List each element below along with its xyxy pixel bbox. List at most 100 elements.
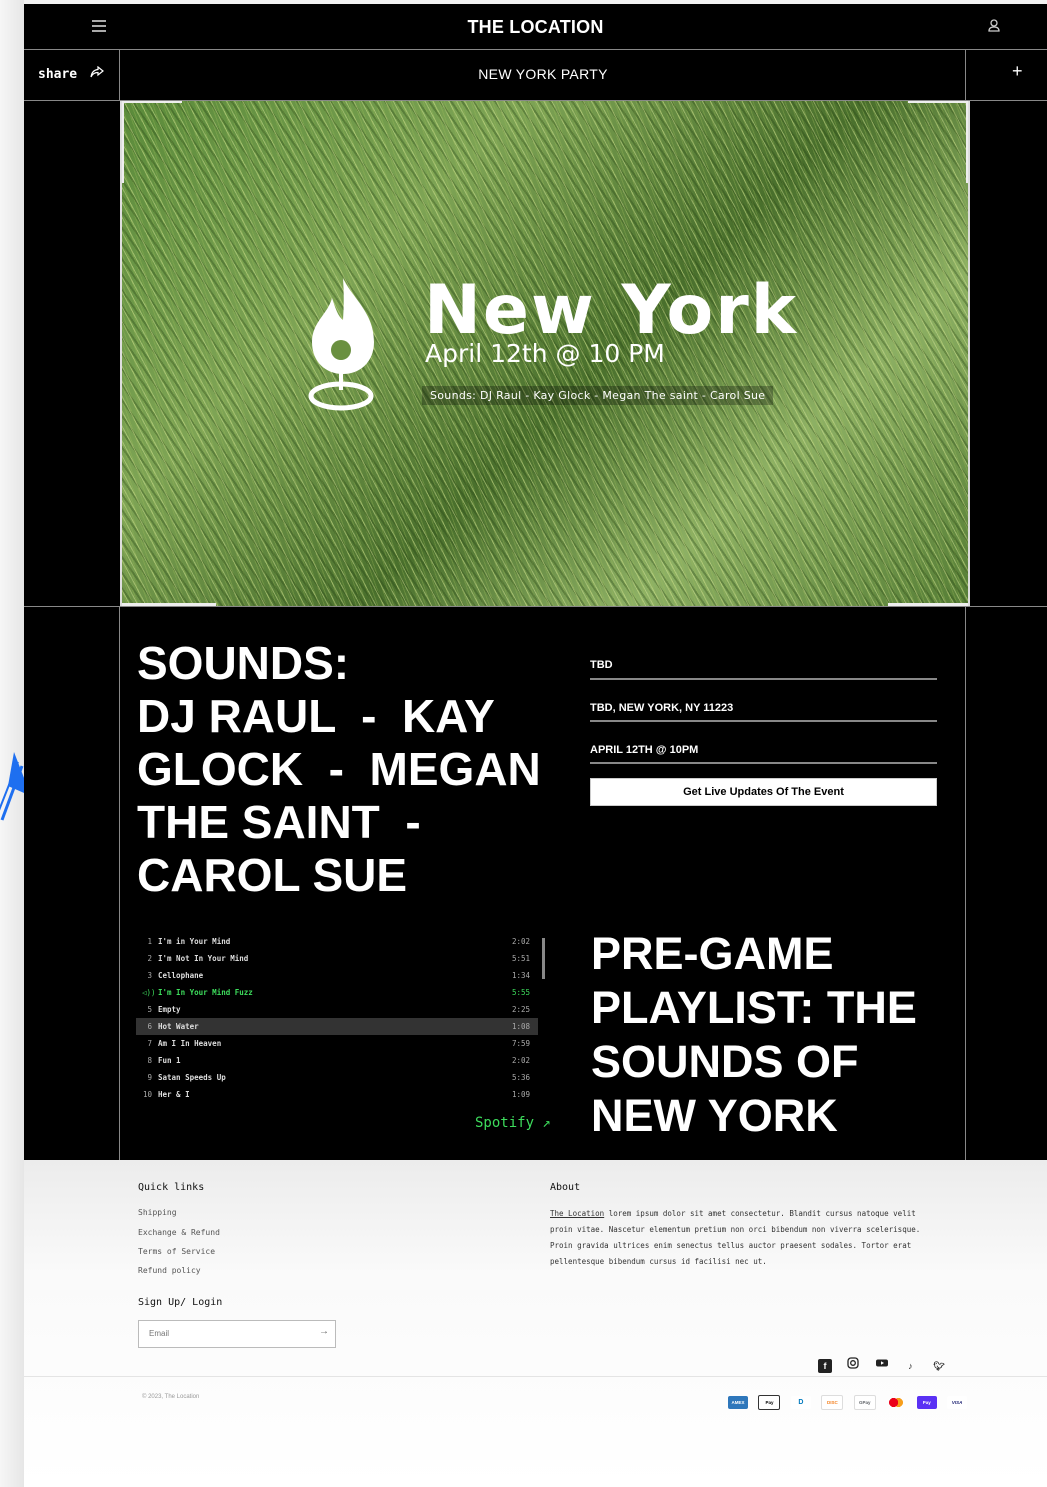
email-input[interactable]: [139, 1321, 319, 1345]
event-datetime: APRIL 12TH @ 10PM: [590, 744, 699, 756]
apple-pay-icon: Pay: [758, 1395, 781, 1411]
track-number: 10: [142, 1090, 152, 1099]
track-number: 5: [147, 1005, 152, 1014]
track-title: Her & I: [158, 1090, 190, 1099]
event-title: NEW YORK PARTY: [478, 66, 608, 82]
discover-icon: DISC: [821, 1395, 844, 1411]
page: THE LOCATION share NEW YORK PARTY + New …: [24, 4, 1047, 1487]
track-duration: 2:02: [511, 1056, 530, 1065]
divider: [590, 762, 937, 764]
lineup-heading-artists: DJ RAUL - KAY GLOCK - MEGAN THE SAINT - …: [137, 690, 541, 901]
footer-link-shipping[interactable]: Shipping: [138, 1208, 177, 1217]
shop-pay-icon: Pay: [916, 1396, 937, 1410]
track-duration: 2:02: [511, 937, 530, 946]
footer-link-refund[interactable]: Refund policy: [138, 1266, 201, 1275]
youtube-icon[interactable]: [875, 1357, 889, 1371]
track-title: I'm Not In Your Mind: [158, 954, 249, 963]
about-body: lorem ipsum dolor sit amet consectetur. …: [550, 1209, 921, 1266]
share-icon[interactable]: [90, 66, 104, 78]
lineup-heading-label: SOUNDS:: [137, 637, 350, 689]
hero-date: April 12th @ 10 PM: [425, 339, 665, 368]
playlist-track[interactable]: 3 Cellophane 1:34: [136, 967, 538, 984]
track-duration: 5:36: [511, 1073, 530, 1082]
payment-methods: AMEX Pay D DISC GPay Pay VISA: [728, 1394, 973, 1412]
plus-button[interactable]: +: [1012, 61, 1023, 82]
playlist: 1 I'm in Your Mind 2:02 2 I'm Not In Your Mi…: [136, 933, 538, 1103]
track-number: 6: [147, 1022, 152, 1031]
live-updates-button[interactable]: Get Live Updates Of The Event: [590, 778, 937, 806]
playlist-track[interactable]: 9 Satan Speeds Up 5:36: [136, 1069, 538, 1086]
track-title: Hot Water: [158, 1022, 199, 1031]
copyright: © 2023, The Location: [142, 1394, 200, 1400]
social-links: f ♪ 🐦︎: [818, 1356, 956, 1375]
diners-club-icon: D: [790, 1396, 811, 1410]
track-title: Fun 1: [158, 1056, 181, 1065]
footer: Quick links Shipping Exchange & Refund T…: [24, 1160, 1047, 1487]
divider: [965, 50, 966, 100]
tiktok-icon[interactable]: ♪: [903, 1361, 917, 1375]
track-duration: 1:08: [511, 1022, 530, 1031]
playlist-track[interactable]: 7 Am I In Heaven 7:59: [136, 1035, 538, 1052]
site-title[interactable]: THE LOCATION: [24, 17, 1047, 38]
left-gutter: [0, 0, 24, 1487]
playlist-track[interactable]: 5 Empty 2:25: [136, 1001, 538, 1018]
user-icon[interactable]: [988, 19, 1000, 32]
footer-link-exchange[interactable]: Exchange & Refund: [138, 1228, 220, 1237]
track-duration: 5:55: [511, 988, 530, 997]
venue-address: TBD, NEW YORK, NY 11223: [590, 702, 734, 714]
playlist-track[interactable]: 8 Fun 1 2:02: [136, 1052, 538, 1069]
playlist-track[interactable]: 2 I'm Not In Your Mind 5:51: [136, 950, 538, 967]
facebook-icon[interactable]: f: [818, 1359, 832, 1373]
hero-frame-corner: [122, 101, 182, 103]
track-title: I'm in Your Mind: [158, 937, 231, 946]
playlist-track[interactable]: 10 Her & I 1:09: [136, 1086, 538, 1103]
track-number: ◁)): [142, 988, 156, 997]
track-number: 2: [147, 954, 152, 963]
hero-frame-corner: [908, 101, 968, 103]
footer-link-terms[interactable]: Terms of Service: [138, 1247, 215, 1256]
hero-frame-corner: [888, 603, 968, 606]
divider: [590, 678, 937, 680]
mastercard-icon: [886, 1396, 907, 1410]
google-pay-icon: GPay: [853, 1395, 876, 1411]
about-link[interactable]: The Location: [550, 1209, 604, 1218]
hero-section: New York April 12th @ 10 PM Sounds: DJ R…: [24, 101, 1047, 607]
signup-heading: Sign Up/ Login: [138, 1297, 223, 1308]
track-title: Empty: [158, 1005, 181, 1014]
hero-frame-corner: [122, 603, 216, 606]
divider: [119, 607, 120, 1160]
event-details-section: SOUNDS: DJ RAUL - KAY GLOCK - MEGAN THE …: [24, 607, 1047, 1160]
track-duration: 1:09: [511, 1090, 530, 1099]
lineup-heading: SOUNDS: DJ RAUL - KAY GLOCK - MEGAN THE …: [137, 637, 567, 902]
spotify-link[interactable]: Spotify ↗: [475, 1115, 551, 1131]
twitter-icon[interactable]: 🐦︎: [932, 1361, 946, 1375]
quick-links-heading: Quick links: [138, 1182, 205, 1193]
track-number: 3: [147, 971, 152, 980]
playlist-track[interactable]: ◁)) I'm In Your Mind Fuzz 5:55: [136, 984, 538, 1001]
playlist-track[interactable]: 1 I'm in Your Mind 2:02: [136, 933, 538, 950]
divider: [965, 607, 966, 1160]
venue-name: TBD: [590, 659, 613, 671]
hero-image: New York April 12th @ 10 PM Sounds: DJ R…: [120, 101, 970, 606]
track-number: 1: [147, 937, 152, 946]
hero-lineup: Sounds: DJ Raul - Kay Glock - Megan The …: [422, 386, 774, 405]
playlist-track[interactable]: 6 Hot Water 1:08: [136, 1018, 538, 1035]
hero-frame-corner: [966, 101, 968, 183]
hero-frame-corner: [122, 101, 124, 183]
track-duration: 1:34: [511, 971, 530, 980]
playlist-heading: PRE-GAME PLAYLIST: THE SOUNDS OF NEW YOR…: [591, 928, 917, 1141]
instagram-icon[interactable]: [846, 1357, 860, 1371]
playlist-scrollbar[interactable]: [542, 938, 545, 979]
track-title: Am I In Heaven: [158, 1039, 222, 1048]
track-duration: 2:25: [511, 1005, 530, 1014]
email-form: →: [138, 1320, 336, 1348]
divider: [590, 720, 937, 722]
amex-icon: AMEX: [728, 1396, 748, 1410]
flame-location-pin-icon: [308, 278, 374, 411]
about-text: The Location lorem ipsum dolor sit amet …: [550, 1206, 940, 1270]
track-title: I'm In Your Mind Fuzz: [158, 988, 253, 997]
share-button[interactable]: share: [38, 67, 77, 82]
track-duration: 5:51: [511, 954, 530, 963]
track-duration: 7:59: [511, 1039, 530, 1048]
arrow-right-icon[interactable]: →: [319, 1326, 329, 1337]
